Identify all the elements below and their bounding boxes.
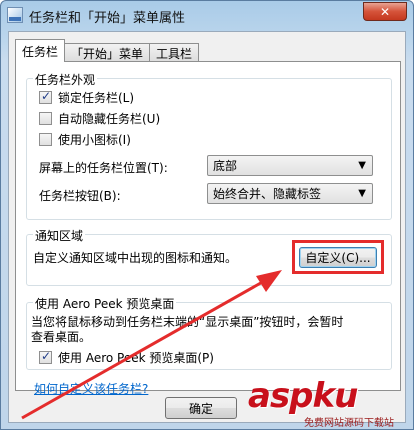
watermark-subtitle: 免费网站源码下载站: [304, 418, 394, 429]
window-title: 任务栏和「开始」菜单属性: [29, 11, 186, 26]
watermark-logo: aspku: [248, 376, 359, 416]
aero-peek-checkbox[interactable]: 使用 Aero Peek 预览桌面(P): [39, 349, 214, 366]
watermark: aspku 免费网站源码下载站: [248, 376, 414, 430]
aero-peek-group: 使用 Aero Peek 预览桌面 当您将鼠标移动到任务栏末端的“显示桌面”按钮…: [26, 295, 392, 370]
buttons-label: 任务栏按钮(B):: [39, 189, 121, 203]
tab-strip: 任务栏 「开始」菜单 工具栏: [15, 38, 200, 62]
taskbar-tab-panel: 任务栏外观 锁定任务栏(L) 自动隐藏任务栏(U) 使用小图标(I) 屏幕上的任…: [15, 61, 401, 396]
notification-group-title: 通知区域: [33, 227, 86, 244]
lock-taskbar-label: 锁定任务栏(L): [58, 91, 135, 105]
small-icons-checkbox[interactable]: 使用小图标(I): [39, 131, 131, 148]
dialog-client: 任务栏 「开始」菜单 工具栏 任务栏外观 锁定任务栏(L) 自动隐藏任务栏(U)…: [8, 31, 406, 423]
aero-peek-label: 使用 Aero Peek 预览桌面(P): [58, 351, 214, 365]
appearance-group-title: 任务栏外观: [33, 71, 98, 88]
position-value: 底部: [213, 159, 238, 173]
dropdown-arrow-icon: ▼: [358, 188, 366, 199]
ok-button[interactable]: 确定: [165, 397, 237, 419]
tab-start-menu[interactable]: 「开始」菜单: [64, 43, 151, 62]
appearance-group: 任务栏外观 锁定任务栏(L) 自动隐藏任务栏(U) 使用小图标(I) 屏幕上的任…: [26, 71, 392, 220]
dropdown-arrow-icon: ▼: [358, 160, 366, 171]
lock-taskbar-checkbox[interactable]: 锁定任务栏(L): [39, 89, 134, 106]
auto-hide-checkbox[interactable]: 自动隐藏任务栏(U): [39, 110, 160, 127]
close-icon: ✕: [379, 4, 391, 19]
small-icons-check[interactable]: [39, 133, 52, 146]
watermark-logo-asp: asp: [248, 376, 314, 416]
auto-hide-check[interactable]: [39, 112, 52, 125]
aero-peek-description-line2: 查看桌面。: [31, 330, 92, 344]
buttons-dropdown[interactable]: 始终合并、隐藏标签 ▼: [207, 183, 373, 204]
tab-taskbar[interactable]: 任务栏: [15, 39, 66, 62]
position-label: 屏幕上的任务栏位置(T):: [39, 161, 168, 175]
help-link[interactable]: 如何自定义该任务栏?: [34, 380, 148, 397]
close-button[interactable]: ✕: [363, 2, 407, 21]
notification-group: 通知区域 自定义通知区域中出现的图标和通知。 自定义(C)...: [26, 227, 392, 286]
notification-description: 自定义通知区域中出现的图标和通知。: [33, 251, 238, 265]
customize-button[interactable]: 自定义(C)...: [299, 247, 377, 268]
small-icons-label: 使用小图标(I): [58, 133, 131, 147]
watermark-logo-ku: ku: [312, 376, 359, 416]
position-dropdown[interactable]: 底部 ▼: [207, 155, 373, 176]
auto-hide-label: 自动隐藏任务栏(U): [58, 112, 161, 126]
title-bar[interactable]: 任务栏和「开始」菜单属性 ✕: [1, 1, 413, 31]
lock-taskbar-check[interactable]: [39, 89, 52, 104]
buttons-value: 始终合并、隐藏标签: [213, 187, 322, 201]
aero-peek-check[interactable]: [39, 349, 52, 364]
aero-peek-group-title: 使用 Aero Peek 预览桌面: [33, 295, 177, 312]
tab-toolbars[interactable]: 工具栏: [149, 43, 200, 62]
properties-window: 任务栏和「开始」菜单属性 ✕ 任务栏 「开始」菜单 工具栏 任务栏外观 锁定任务…: [0, 0, 414, 430]
taskbar-app-icon: [7, 7, 23, 23]
